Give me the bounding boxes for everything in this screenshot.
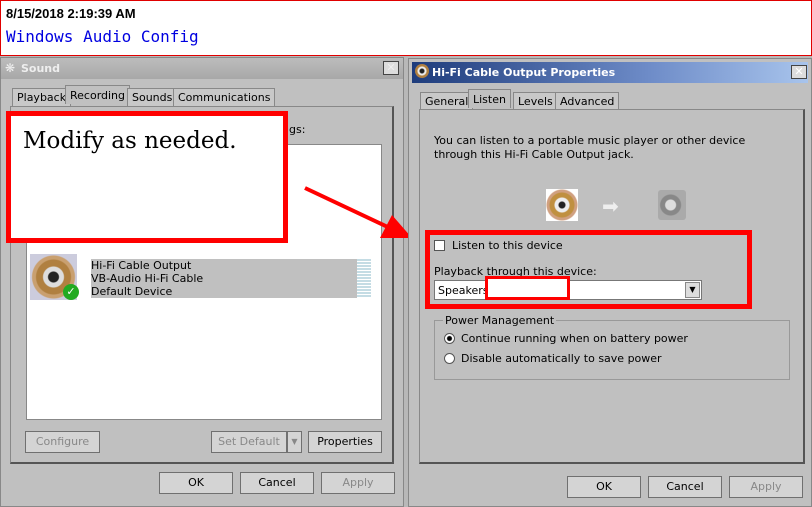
arrow-shaft	[304, 186, 393, 231]
tab-advanced[interactable]: Advanced	[555, 92, 620, 110]
close-button[interactable]: ✕	[791, 65, 807, 79]
apply-button[interactable]: Apply	[729, 476, 803, 498]
power-management-group: Power Management Continue running when o…	[434, 314, 790, 380]
speaker-icon	[658, 190, 686, 220]
properties-titlebar: Hi-Fi Cable Output Properties ✕	[412, 62, 808, 83]
option-disable: Disable automatically to save power	[461, 352, 662, 365]
cancel-button[interactable]: Cancel	[648, 476, 722, 498]
option-continue: Continue running when on battery power	[461, 332, 688, 345]
listen-description: You can listen to a portable music playe…	[434, 134, 746, 161]
power-legend: Power Management	[443, 314, 557, 327]
arrow-right-icon: ➡	[602, 194, 619, 218]
ok-button[interactable]: OK	[567, 476, 641, 498]
properties-title: Hi-Fi Cable Output Properties	[432, 66, 616, 79]
radio-continue[interactable]	[444, 333, 455, 344]
tab-levels[interactable]: Levels	[513, 92, 558, 110]
tab-general[interactable]: General	[420, 92, 474, 110]
tab-listen[interactable]: Listen	[468, 89, 511, 108]
rca-jack-small-icon	[415, 64, 429, 78]
highlight-box	[425, 230, 752, 309]
input-jack-icon	[546, 189, 578, 221]
redaction-box	[485, 276, 570, 300]
radio-disable[interactable]	[444, 353, 455, 364]
